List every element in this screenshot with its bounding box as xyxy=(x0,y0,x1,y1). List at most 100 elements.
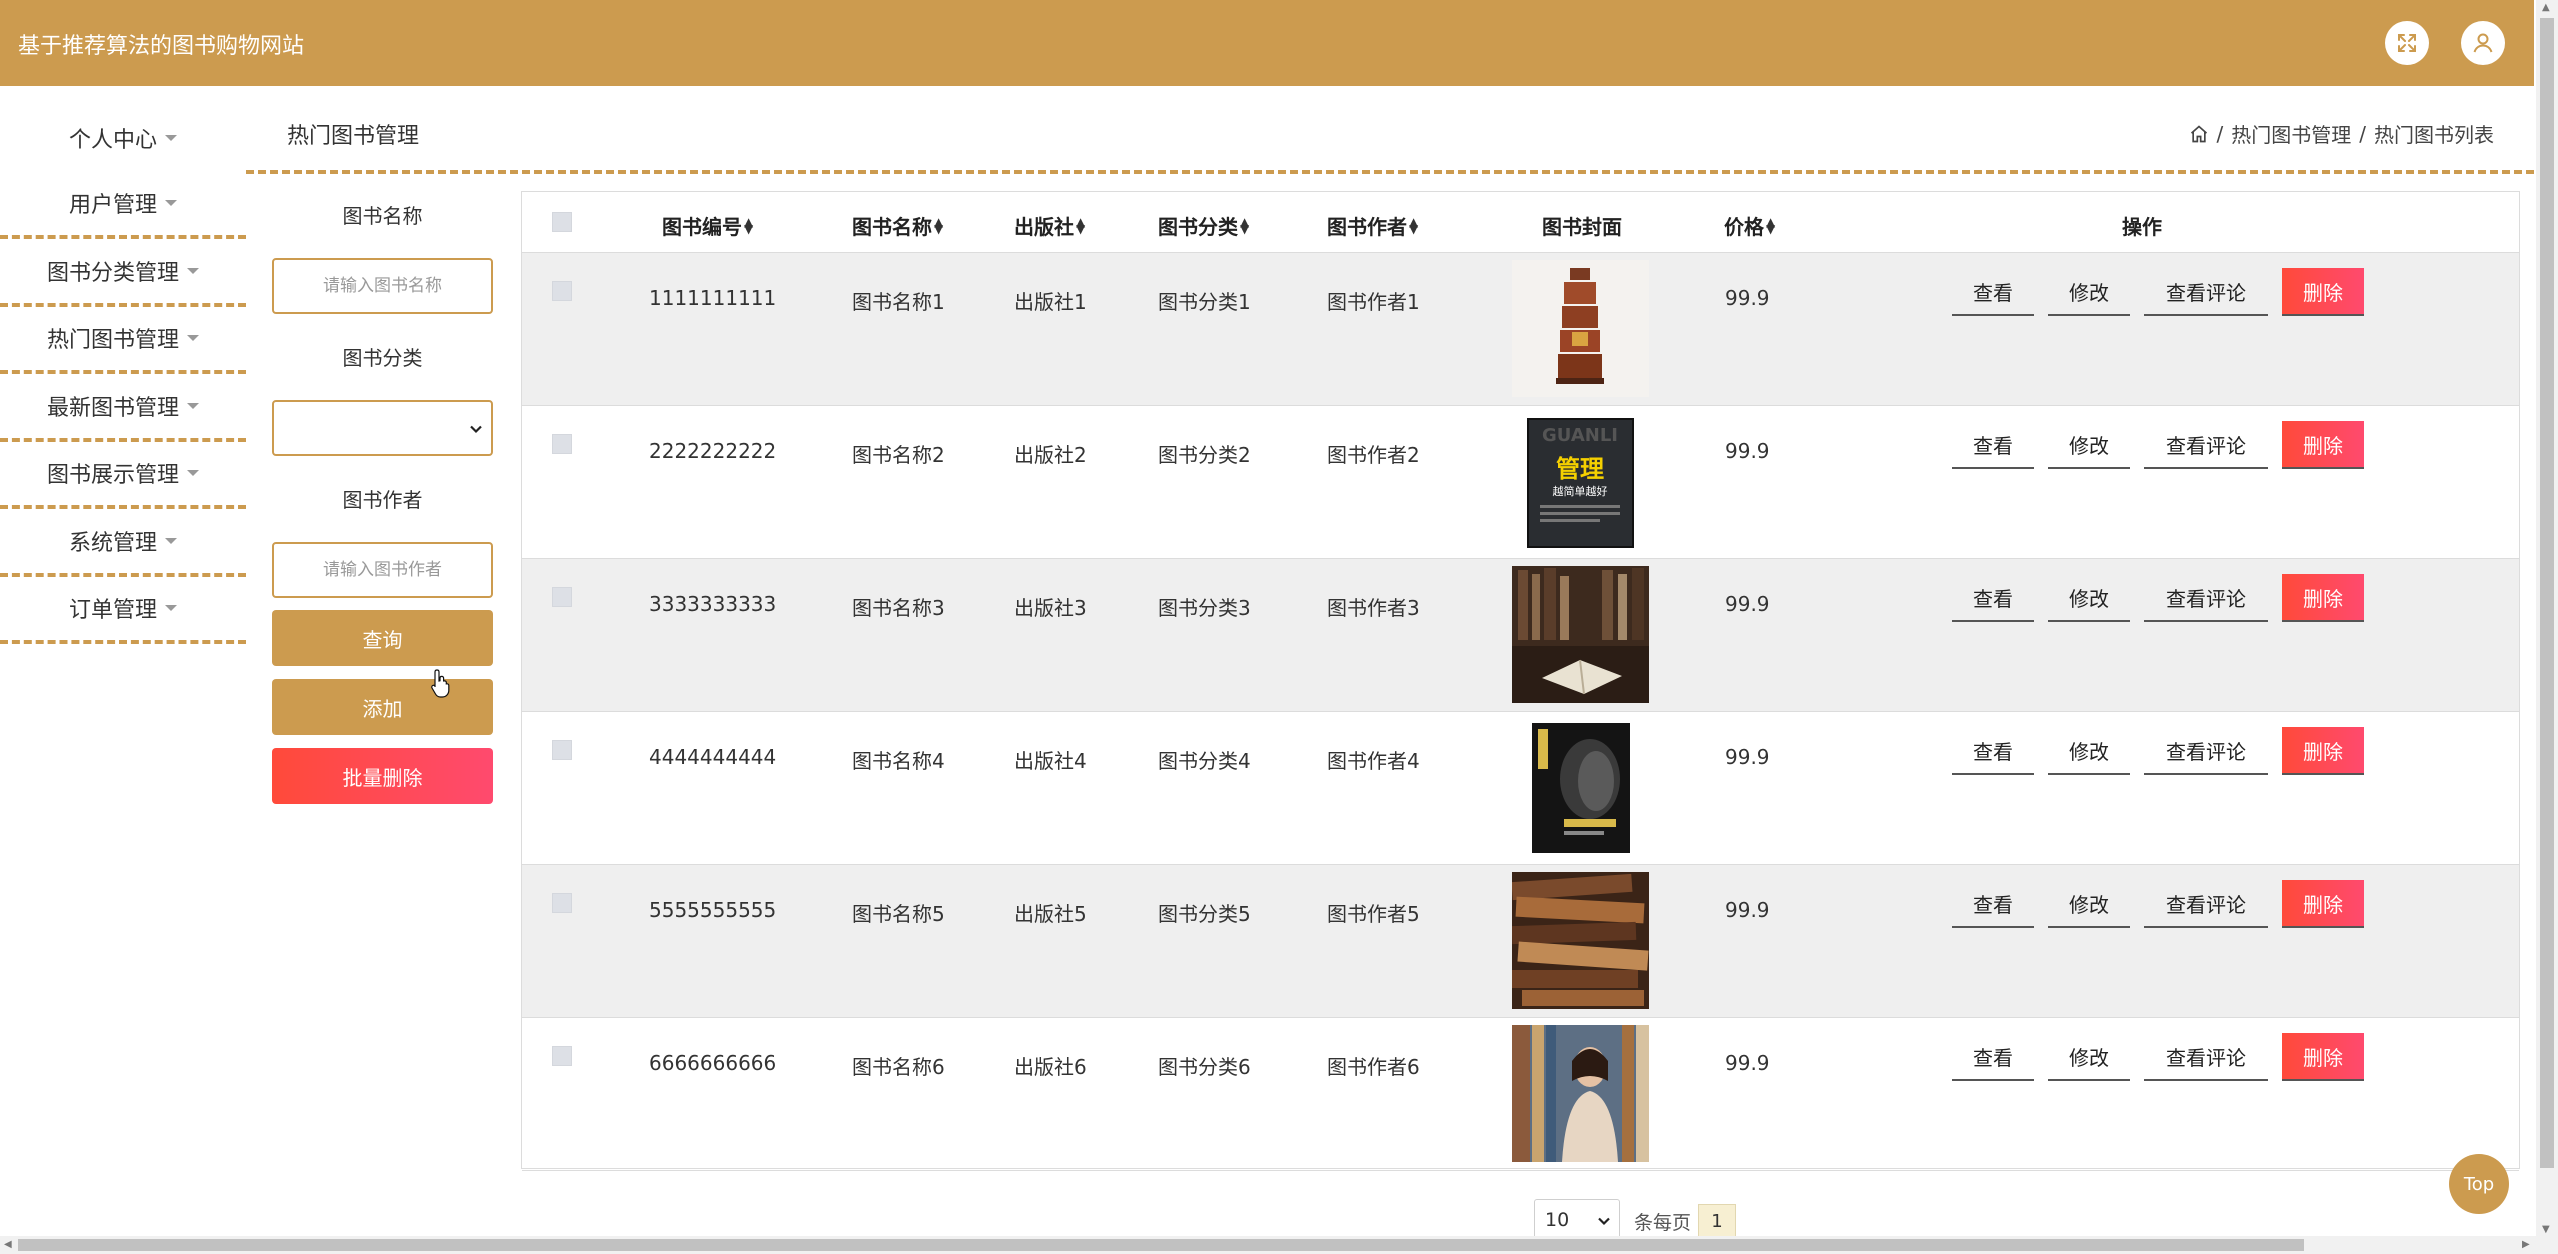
horizontal-scroll-thumb[interactable] xyxy=(18,1239,2304,1251)
sidebar-item-user-management[interactable]: 用户管理 xyxy=(0,172,246,239)
delete-button[interactable]: 删除 xyxy=(2282,880,2364,928)
cell-id: 2222222222 xyxy=(649,439,777,463)
sidebar-item-label: 图书展示管理 xyxy=(46,463,179,489)
column-header-publisher[interactable]: 出版社 ▲ ▼ xyxy=(1014,211,1085,240)
row-checkbox[interactable] xyxy=(552,1046,572,1066)
view-comments-button[interactable]: 查看评论 xyxy=(2144,1033,2268,1081)
edit-button[interactable]: 修改 xyxy=(2048,574,2130,622)
book-cover-image[interactable]: GUANLI 管理 越简单越好 xyxy=(1512,413,1649,550)
cell-category: 图书分类4 xyxy=(1158,749,1251,773)
column-header-price[interactable]: 价格 ▲ ▼ xyxy=(1724,211,1775,240)
view-comments-button[interactable]: 查看评论 xyxy=(2144,880,2268,928)
chevron-down-icon xyxy=(1598,1217,1610,1226)
caret-down-icon xyxy=(165,134,177,141)
scroll-left-icon[interactable]: ◀ xyxy=(4,1239,12,1250)
breadcrumb-item[interactable]: 热门图书管理 xyxy=(2231,119,2351,148)
view-comments-button[interactable]: 查看评论 xyxy=(2144,268,2268,316)
scroll-down-icon[interactable]: ▼ xyxy=(2542,1224,2550,1235)
book-author-input[interactable] xyxy=(272,542,493,598)
breadcrumb-separator: / xyxy=(2216,121,2224,146)
page-number-current[interactable]: 1 xyxy=(1698,1204,1736,1238)
vertical-scroll-thumb[interactable] xyxy=(2540,18,2554,1168)
search-panel: 图书名称 图书分类 图书作者 查询 添加 批量删除 xyxy=(272,200,493,804)
sidebar-item-label: 图书分类管理 xyxy=(46,260,179,286)
scroll-up-icon[interactable]: ▲ xyxy=(2542,2,2550,13)
user-button[interactable] xyxy=(2461,21,2505,65)
user-icon xyxy=(2473,33,2493,53)
view-button[interactable]: 查看 xyxy=(1952,1033,2034,1081)
app-title: 基于推荐算法的图书购物网站 xyxy=(18,34,305,59)
column-header-author[interactable]: 图书作者 ▲ ▼ xyxy=(1327,211,1418,240)
view-button[interactable]: 查看 xyxy=(1952,880,2034,928)
cell-price: 99.9 xyxy=(1725,286,1770,310)
page-size-select[interactable]: 10 xyxy=(1534,1199,1620,1241)
book-category-select[interactable] xyxy=(272,400,493,456)
batch-delete-button[interactable]: 批量删除 xyxy=(272,748,493,804)
view-button[interactable]: 查看 xyxy=(1952,727,2034,775)
column-header-id[interactable]: 图书编号 ▲ ▼ xyxy=(662,211,753,240)
delete-button[interactable]: 删除 xyxy=(2282,1033,2364,1081)
sidebar-item-book-display[interactable]: 图书展示管理 xyxy=(0,442,246,509)
cell-category: 图书分类3 xyxy=(1158,596,1251,620)
column-header-name[interactable]: 图书名称 ▲ ▼ xyxy=(852,211,943,240)
cell-name: 图书名称6 xyxy=(852,1055,945,1079)
view-button[interactable]: 查看 xyxy=(1952,421,2034,469)
cell-name: 图书名称3 xyxy=(852,596,945,620)
edit-button[interactable]: 修改 xyxy=(2048,880,2130,928)
add-button[interactable]: 添加 xyxy=(272,679,493,735)
svg-text:越简单越好: 越简单越好 xyxy=(1553,484,1608,498)
home-icon[interactable] xyxy=(2189,124,2209,144)
row-checkbox[interactable] xyxy=(552,434,572,454)
edit-button[interactable]: 修改 xyxy=(2048,268,2130,316)
delete-button[interactable]: 删除 xyxy=(2282,574,2364,622)
sidebar-item-book-category[interactable]: 图书分类管理 xyxy=(0,239,246,307)
table-row: 4444444444 图书名称4 出版社4 图书分类4 图书作者4 99.9 查… xyxy=(522,712,2519,865)
book-cover-image[interactable] xyxy=(1512,872,1649,1009)
delete-button[interactable]: 删除 xyxy=(2282,268,2364,316)
column-header-category[interactable]: 图书分类 ▲ ▼ xyxy=(1158,211,1249,240)
row-checkbox[interactable] xyxy=(552,740,572,760)
cell-id: 1111111111 xyxy=(649,286,777,310)
table-row: 3333333333 图书名称3 出版社3 图书分类3 图书作者3 99.9 查… xyxy=(522,559,2519,712)
row-checkbox[interactable] xyxy=(552,893,572,913)
sidebar-item-orders[interactable]: 订单管理 xyxy=(0,577,246,644)
row-checkbox[interactable] xyxy=(552,587,572,607)
caret-down-icon xyxy=(187,335,199,342)
cell-name: 图书名称4 xyxy=(852,749,945,773)
vertical-scrollbar[interactable]: ▲ ▼ xyxy=(2536,0,2558,1254)
view-button[interactable]: 查看 xyxy=(1952,268,2034,316)
book-name-input[interactable] xyxy=(272,258,493,314)
cell-category: 图书分类6 xyxy=(1158,1055,1251,1079)
sidebar-item-new-books[interactable]: 最新图书管理 xyxy=(0,374,246,442)
caret-down-icon xyxy=(165,537,177,544)
sidebar-item-hot-books[interactable]: 热门图书管理 xyxy=(0,307,246,374)
fullscreen-button[interactable] xyxy=(2385,21,2429,65)
back-to-top-button[interactable]: Top xyxy=(2449,1154,2509,1214)
book-cover-image[interactable] xyxy=(1512,260,1649,397)
select-all-checkbox[interactable] xyxy=(552,212,572,232)
sidebar-item-personal-center[interactable]: 个人中心 xyxy=(0,104,246,172)
delete-button[interactable]: 删除 xyxy=(2282,421,2364,469)
view-comments-button[interactable]: 查看评论 xyxy=(2144,574,2268,622)
edit-button[interactable]: 修改 xyxy=(2048,727,2130,775)
caret-down-icon xyxy=(165,605,177,612)
cell-name: 图书名称2 xyxy=(852,443,945,467)
sidebar-item-system[interactable]: 系统管理 xyxy=(0,509,246,577)
book-cover-image[interactable] xyxy=(1512,1025,1649,1162)
horizontal-scrollbar[interactable]: ◀ ▶ xyxy=(0,1236,2536,1254)
scroll-right-icon[interactable]: ▶ xyxy=(2522,1239,2530,1250)
top-header: 基于推荐算法的图书购物网站 xyxy=(0,0,2534,86)
book-cover-image[interactable] xyxy=(1512,719,1649,856)
edit-button[interactable]: 修改 xyxy=(2048,421,2130,469)
query-button[interactable]: 查询 xyxy=(272,610,493,666)
edit-button[interactable]: 修改 xyxy=(2048,1033,2130,1081)
delete-button[interactable]: 删除 xyxy=(2282,727,2364,775)
view-comments-button[interactable]: 查看评论 xyxy=(2144,421,2268,469)
cell-author: 图书作者2 xyxy=(1327,443,1420,467)
view-button[interactable]: 查看 xyxy=(1952,574,2034,622)
cell-id: 5555555555 xyxy=(649,898,777,922)
book-cover-image[interactable] xyxy=(1512,566,1649,703)
row-checkbox[interactable] xyxy=(552,281,572,301)
column-header-cover: 图书封面 xyxy=(1542,211,1622,240)
view-comments-button[interactable]: 查看评论 xyxy=(2144,727,2268,775)
